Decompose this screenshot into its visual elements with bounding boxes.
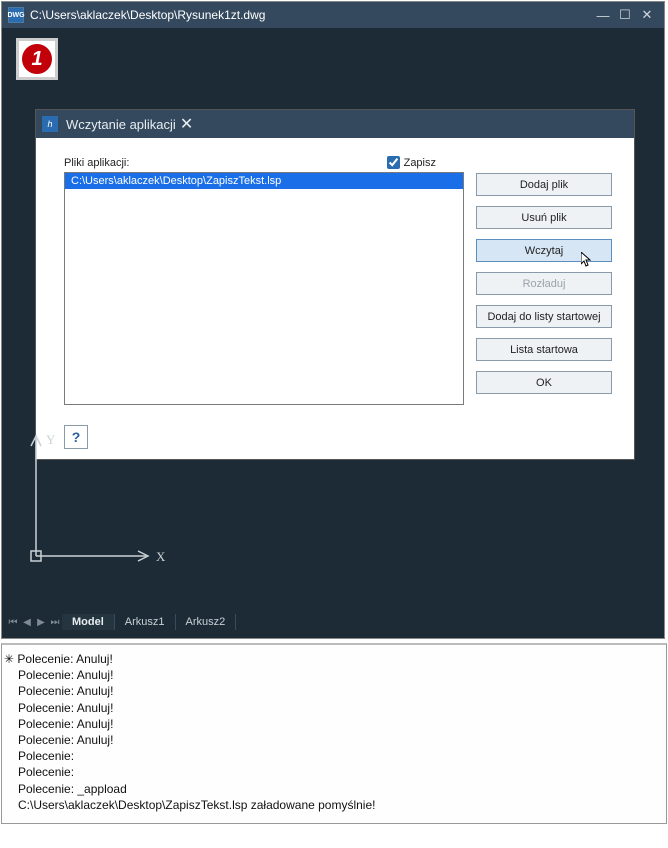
save-checkbox-input[interactable] <box>387 156 400 169</box>
command-line-area[interactable]: ✳ Polecenie: Anuluj! Polecenie: Anuluj! … <box>1 643 667 824</box>
sheet-tabs: ⏮ ◀ ▶ ⏭ Model Arkusz1 Arkusz2 <box>6 612 236 632</box>
dialog-titlebar[interactable]: h Wczytanie aplikacji ✕ <box>36 110 634 138</box>
help-button[interactable]: ? <box>64 425 88 449</box>
remove-file-button[interactable]: Usuń plik <box>476 206 612 229</box>
cmd-line: Polecenie: <box>4 764 662 780</box>
save-checkbox[interactable]: Zapisz <box>387 156 436 169</box>
cmd-line: C:\Users\aklaczek\Desktop\ZapiszTekst.ls… <box>4 797 662 813</box>
cmd-line: Polecenie: Anuluj! <box>17 652 112 666</box>
save-checkbox-label: Zapisz <box>404 157 436 169</box>
tab-model[interactable]: Model <box>62 614 115 630</box>
tab-nav-prev[interactable]: ◀ <box>20 614 34 630</box>
dialog-title: Wczytanie aplikacji <box>66 117 176 132</box>
tab-nav-last[interactable]: ⏭ <box>48 614 62 630</box>
cmd-line: Polecenie: _appload <box>4 781 662 797</box>
startup-list-button[interactable]: Lista startowa <box>476 338 612 361</box>
titlebar[interactable]: DWG C:\Users\aklaczek\Desktop\Rysunek1zt… <box>2 2 664 28</box>
dialog-close-button[interactable]: ✕ <box>176 114 197 134</box>
step-number: 1 <box>31 48 42 71</box>
unload-button: Rozładuj <box>476 272 612 295</box>
files-listbox[interactable]: C:\Users\aklaczek\Desktop\ZapiszTekst.ls… <box>64 172 464 405</box>
tab-arkusz2[interactable]: Arkusz2 <box>176 614 237 630</box>
tab-nav-first[interactable]: ⏮ <box>6 614 20 630</box>
maximize-button[interactable]: ☐ <box>614 6 636 24</box>
files-label: Pliki aplikacji: <box>64 157 129 169</box>
application-window: DWG C:\Users\aklaczek\Desktop\Rysunek1zt… <box>1 1 665 639</box>
add-file-button[interactable]: Dodaj plik <box>476 173 612 196</box>
load-button-label: Wczytaj <box>525 245 564 257</box>
tab-nav-next[interactable]: ▶ <box>34 614 48 630</box>
cmd-line: Polecenie: Anuluj! <box>4 700 662 716</box>
add-to-startup-button[interactable]: Dodaj do listy startowej <box>476 305 612 328</box>
cmd-line: Polecenie: Anuluj! <box>4 732 662 748</box>
dialog-icon: h <box>42 116 58 132</box>
close-button[interactable]: ✕ <box>636 6 658 24</box>
cursor-icon <box>581 252 593 271</box>
drawing-canvas[interactable]: 1 h Wczytanie aplikacji ✕ Pliki aplikacj… <box>2 28 664 638</box>
tab-arkusz1[interactable]: Arkusz1 <box>115 614 176 630</box>
cmd-line: Polecenie: Anuluj! <box>4 667 662 683</box>
ok-button[interactable]: OK <box>476 371 612 394</box>
list-item[interactable]: C:\Users\aklaczek\Desktop\ZapiszTekst.ls… <box>65 173 463 189</box>
app-icon: DWG <box>8 7 24 23</box>
cmd-line: Polecenie: Anuluj! <box>4 683 662 699</box>
x-axis-label: X <box>156 549 166 564</box>
window-title: C:\Users\aklaczek\Desktop\Rysunek1zt.dwg <box>30 8 265 22</box>
step-badge: 1 <box>16 38 58 80</box>
load-application-dialog: h Wczytanie aplikacji ✕ Pliki aplikacji:… <box>35 109 635 460</box>
load-button[interactable]: Wczytaj <box>476 239 612 262</box>
cmd-line: Polecenie: Anuluj! <box>4 716 662 732</box>
prompt-icon: ✳ <box>4 652 17 666</box>
cmd-line: Polecenie: <box>4 748 662 764</box>
minimize-button[interactable]: — <box>592 6 614 24</box>
